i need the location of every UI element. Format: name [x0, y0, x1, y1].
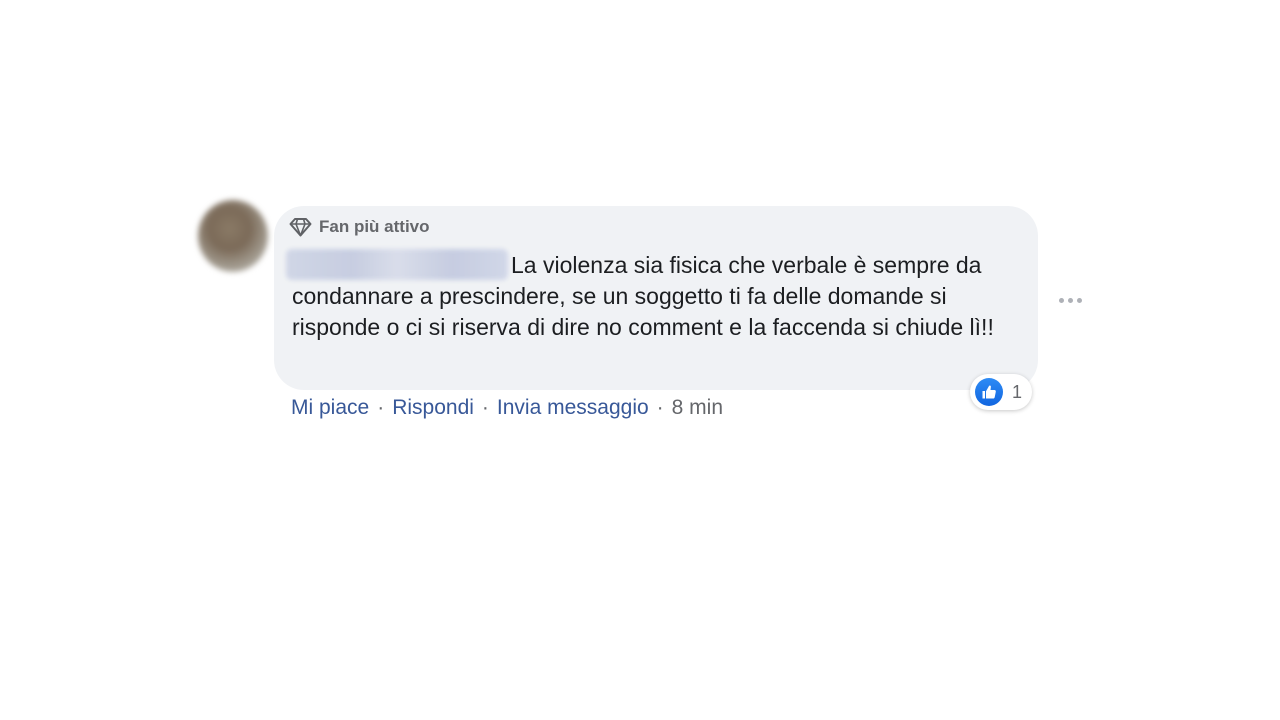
- like-icon: [975, 378, 1003, 406]
- diamond-icon: [289, 217, 312, 237]
- reply-button[interactable]: Rispondi: [392, 396, 474, 420]
- comment-text: La violenza sia fisica che verbale è sem…: [292, 252, 994, 340]
- separator: ·: [377, 396, 385, 419]
- timestamp[interactable]: 8 min: [672, 396, 723, 420]
- reaction-count: 1: [1012, 381, 1023, 402]
- badge-label: Fan più attivo: [319, 217, 430, 236]
- comment-actions: Mi piace · Rispondi · Invia messaggio · …: [291, 395, 723, 421]
- top-fan-badge: Fan più attivo: [289, 216, 430, 238]
- avatar[interactable]: [198, 200, 268, 272]
- separator: ·: [656, 396, 664, 419]
- more-options-icon[interactable]: [1055, 290, 1085, 310]
- like-button[interactable]: Mi piace: [291, 396, 369, 420]
- comment-screenshot: Fan più attivo La violenza sia fisica ch…: [0, 0, 1280, 720]
- send-message-button[interactable]: Invia messaggio: [497, 396, 649, 420]
- separator: ·: [481, 396, 489, 419]
- reaction-summary[interactable]: 1: [970, 374, 1033, 410]
